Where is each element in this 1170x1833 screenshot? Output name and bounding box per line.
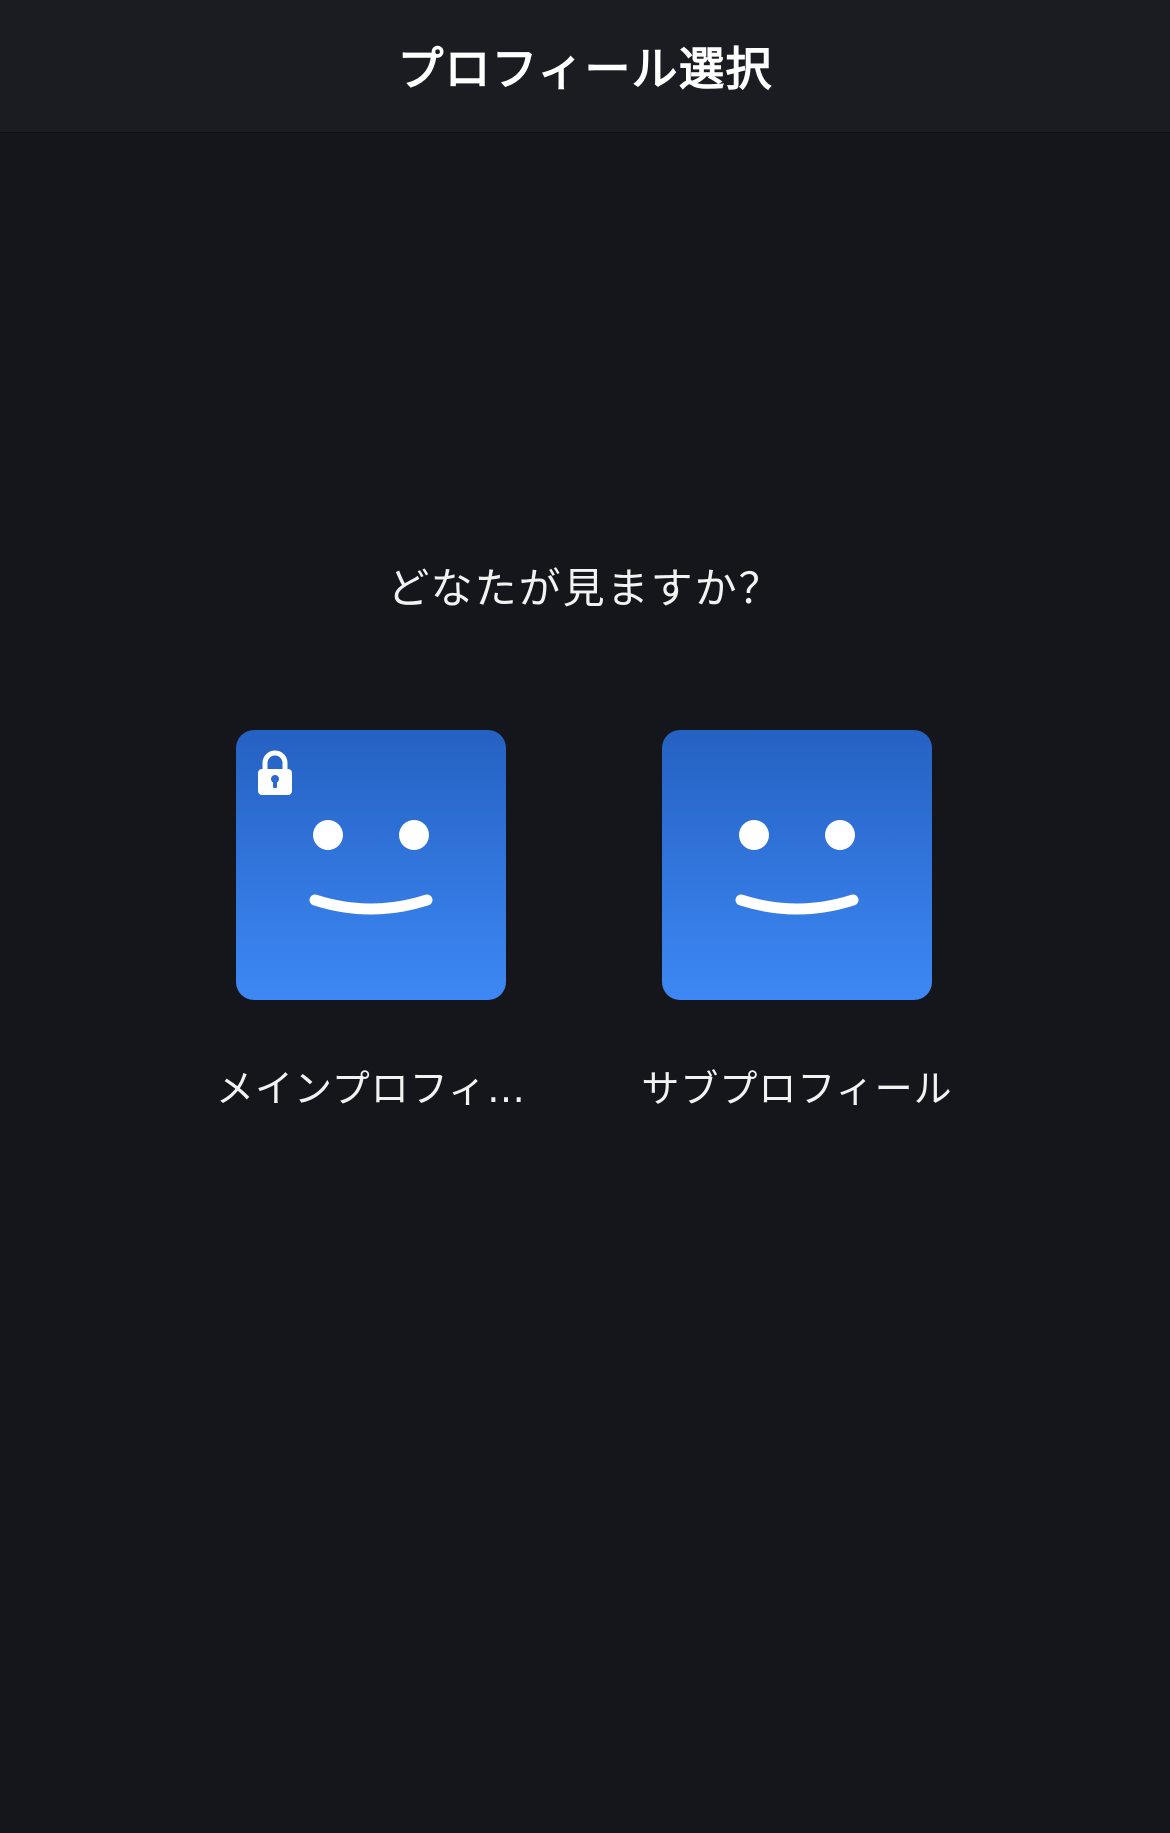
profile-avatar[interactable] xyxy=(662,730,932,1000)
smiley-face-icon xyxy=(309,820,433,915)
navigation-bar: プロフィール選択 xyxy=(0,0,1170,133)
profile-name: メインプロフィ… xyxy=(215,1067,527,1111)
profile-main[interactable]: メインプロフィ… xyxy=(206,730,536,1113)
page-title: プロフィール選択 xyxy=(397,42,773,96)
smiley-face-icon xyxy=(735,820,859,915)
profile-sub[interactable]: サブプロフィール xyxy=(632,730,962,1113)
who-is-watching-prompt: どなたが見ますか？ xyxy=(387,564,783,613)
profile-name: サブプロフィール xyxy=(641,1067,953,1111)
profile-avatar[interactable] xyxy=(236,730,506,1000)
